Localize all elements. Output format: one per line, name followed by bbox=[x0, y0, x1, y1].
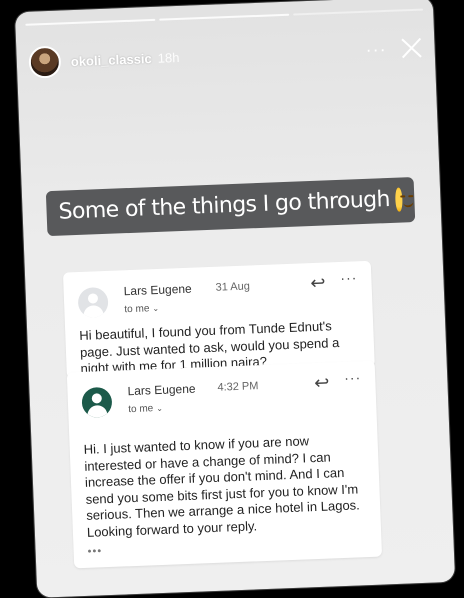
story-progress-bar bbox=[25, 8, 424, 26]
more-options-icon[interactable]: ··· bbox=[344, 369, 362, 386]
progress-segment bbox=[159, 13, 290, 21]
close-icon[interactable] bbox=[400, 37, 423, 60]
show-trimmed-content-button[interactable]: ••• bbox=[87, 545, 102, 558]
progress-segment bbox=[293, 8, 424, 16]
email-body: Hi. I just wanted to know if you are now… bbox=[83, 433, 361, 540]
progress-segment bbox=[25, 18, 156, 26]
more-options-icon[interactable]: ··· bbox=[365, 39, 387, 61]
default-avatar-icon bbox=[81, 386, 113, 418]
story-caption: Some of the things I go through bbox=[45, 177, 416, 237]
chevron-down-icon: ⌄ bbox=[156, 403, 164, 414]
story-frame: okoli_classic 18h ··· Some of the things… bbox=[14, 0, 456, 598]
reply-icon[interactable]: ↩ bbox=[314, 372, 330, 394]
caption-text: Some of the things I go through bbox=[58, 186, 391, 225]
story-timestamp: 18h bbox=[157, 49, 180, 66]
recipient-label: to me bbox=[128, 403, 154, 416]
email-message: Lars Eugene 31 Aug to me ⌄ ↩ ··· Hi beaut… bbox=[62, 260, 375, 379]
profile-avatar[interactable] bbox=[28, 45, 62, 79]
email-date: 31 Aug bbox=[215, 280, 251, 294]
recipient-toggle[interactable]: to me ⌄ bbox=[124, 303, 159, 315]
reply-icon[interactable]: ↩ bbox=[310, 273, 326, 295]
more-options-icon[interactable]: ··· bbox=[340, 269, 358, 286]
story-header: okoli_classic 18h ··· bbox=[28, 31, 423, 80]
sender-name: Lars Eugene bbox=[123, 281, 192, 299]
recipient-label: to me bbox=[124, 303, 150, 316]
smirk-face-emoji-icon bbox=[395, 187, 415, 212]
recipient-toggle[interactable]: to me ⌄ bbox=[128, 403, 163, 415]
chevron-down-icon: ⌄ bbox=[152, 303, 160, 314]
email-date: 4:32 PM bbox=[217, 380, 259, 394]
sender-name: Lars Eugene bbox=[127, 381, 196, 399]
header-actions: ··· bbox=[365, 37, 423, 61]
story-username[interactable]: okoli_classic bbox=[71, 51, 152, 69]
email-message: Lars Eugene 4:32 PM to me ⌄ ↩ ··· Hi. I j… bbox=[66, 360, 383, 569]
default-avatar-icon bbox=[77, 286, 109, 319]
